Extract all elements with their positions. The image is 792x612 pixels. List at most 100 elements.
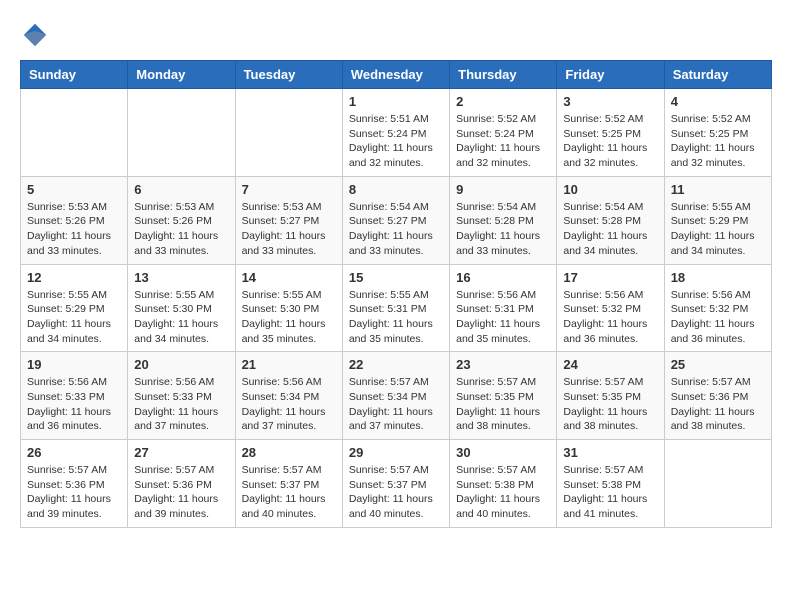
calendar-cell: 7 Sunrise: 5:53 AMSunset: 5:27 PMDaylight… bbox=[235, 176, 342, 264]
day-info: Sunrise: 5:54 AMSunset: 5:28 PMDaylight:… bbox=[563, 200, 657, 259]
day-number: 2 bbox=[456, 94, 550, 109]
day-info: Sunrise: 5:56 AMSunset: 5:32 PMDaylight:… bbox=[563, 288, 657, 347]
calendar-cell: 31 Sunrise: 5:57 AMSunset: 5:38 PMDayligh… bbox=[557, 440, 664, 528]
day-info: Sunrise: 5:55 AMSunset: 5:30 PMDaylight:… bbox=[242, 288, 336, 347]
calendar-cell bbox=[21, 89, 128, 177]
column-header-sunday: Sunday bbox=[21, 61, 128, 89]
day-number: 12 bbox=[27, 270, 121, 285]
column-header-thursday: Thursday bbox=[450, 61, 557, 89]
calendar-cell: 9 Sunrise: 5:54 AMSunset: 5:28 PMDaylight… bbox=[450, 176, 557, 264]
day-number: 19 bbox=[27, 357, 121, 372]
calendar-cell: 28Sunrise: 5:57 AMSunset: 5:37 PMDayligh… bbox=[235, 440, 342, 528]
day-number: 4 bbox=[671, 94, 765, 109]
day-number: 6 bbox=[134, 182, 228, 197]
day-info: Sunrise: 5:57 AMSunset: 5:34 PMDaylight:… bbox=[349, 375, 443, 434]
day-info: Sunrise: 5:57 AMSunset: 5:38 PMDaylight:… bbox=[563, 463, 657, 522]
calendar-cell: 18 Sunrise: 5:56 AMSunset: 5:32 PMDayligh… bbox=[664, 264, 771, 352]
day-number: 29 bbox=[349, 445, 443, 460]
calendar-cell: 20 Sunrise: 5:56 AMSunset: 5:33 PMDayligh… bbox=[128, 352, 235, 440]
calendar-cell: 27 Sunrise: 5:57 AMSunset: 5:36 PMDayligh… bbox=[128, 440, 235, 528]
day-info: Sunrise: 5:57 AMSunset: 5:36 PMDaylight:… bbox=[134, 463, 228, 522]
column-header-friday: Friday bbox=[557, 61, 664, 89]
calendar-week-row: 26 Sunrise: 5:57 AMSunset: 5:36 PMDayligh… bbox=[21, 440, 772, 528]
calendar-header-row: SundayMondayTuesdayWednesdayThursdayFrid… bbox=[21, 61, 772, 89]
calendar-cell: 22 Sunrise: 5:57 AMSunset: 5:34 PMDayligh… bbox=[342, 352, 449, 440]
day-number: 21 bbox=[242, 357, 336, 372]
page-header bbox=[20, 20, 772, 50]
day-number: 31 bbox=[563, 445, 657, 460]
calendar-cell: 24 Sunrise: 5:57 AMSunset: 5:35 PMDayligh… bbox=[557, 352, 664, 440]
calendar-cell: 23 Sunrise: 5:57 AMSunset: 5:35 PMDayligh… bbox=[450, 352, 557, 440]
day-info: Sunrise: 5:56 AMSunset: 5:34 PMDaylight:… bbox=[242, 375, 336, 434]
day-info: Sunrise: 5:53 AMSunset: 5:26 PMDaylight:… bbox=[134, 200, 228, 259]
calendar-cell: 10 Sunrise: 5:54 AMSunset: 5:28 PMDayligh… bbox=[557, 176, 664, 264]
day-number: 22 bbox=[349, 357, 443, 372]
day-number: 11 bbox=[671, 182, 765, 197]
day-info: Sunrise: 5:56 AMSunset: 5:31 PMDaylight:… bbox=[456, 288, 550, 347]
day-number: 10 bbox=[563, 182, 657, 197]
column-header-monday: Monday bbox=[128, 61, 235, 89]
day-info: Sunrise: 5:54 AMSunset: 5:28 PMDaylight:… bbox=[456, 200, 550, 259]
day-info: Sunrise: 5:57 AMSunset: 5:35 PMDaylight:… bbox=[456, 375, 550, 434]
day-number: 9 bbox=[456, 182, 550, 197]
column-header-saturday: Saturday bbox=[664, 61, 771, 89]
calendar-cell: 13 Sunrise: 5:55 AMSunset: 5:30 PMDayligh… bbox=[128, 264, 235, 352]
calendar-cell: 30Sunrise: 5:57 AMSunset: 5:38 PMDayligh… bbox=[450, 440, 557, 528]
day-number: 24 bbox=[563, 357, 657, 372]
day-info: Sunrise: 5:56 AMSunset: 5:33 PMDaylight:… bbox=[134, 375, 228, 434]
day-number: 7 bbox=[242, 182, 336, 197]
calendar-cell: 29Sunrise: 5:57 AMSunset: 5:37 PMDayligh… bbox=[342, 440, 449, 528]
column-header-tuesday: Tuesday bbox=[235, 61, 342, 89]
day-number: 25 bbox=[671, 357, 765, 372]
calendar-week-row: 5Sunrise: 5:53 AMSunset: 5:26 PMDaylight… bbox=[21, 176, 772, 264]
day-info: Sunrise: 5:57 AMSunset: 5:38 PMDaylight:… bbox=[456, 463, 550, 522]
calendar-cell: 25 Sunrise: 5:57 AMSunset: 5:36 PMDayligh… bbox=[664, 352, 771, 440]
calendar-cell: 8 Sunrise: 5:54 AMSunset: 5:27 PMDaylight… bbox=[342, 176, 449, 264]
calendar-week-row: 1 Sunrise: 5:51 AMSunset: 5:24 PMDaylight… bbox=[21, 89, 772, 177]
day-info: Sunrise: 5:55 AMSunset: 5:29 PMDaylight:… bbox=[671, 200, 765, 259]
day-number: 28 bbox=[242, 445, 336, 460]
day-info: Sunrise: 5:53 AMSunset: 5:27 PMDaylight:… bbox=[242, 200, 336, 259]
day-info: Sunrise: 5:57 AMSunset: 5:36 PMDaylight:… bbox=[27, 463, 121, 522]
calendar-cell: 26 Sunrise: 5:57 AMSunset: 5:36 PMDayligh… bbox=[21, 440, 128, 528]
calendar-cell bbox=[235, 89, 342, 177]
calendar-cell: 1 Sunrise: 5:51 AMSunset: 5:24 PMDaylight… bbox=[342, 89, 449, 177]
calendar-cell bbox=[128, 89, 235, 177]
day-number: 8 bbox=[349, 182, 443, 197]
day-number: 3 bbox=[563, 94, 657, 109]
logo bbox=[20, 20, 54, 50]
day-number: 15 bbox=[349, 270, 443, 285]
column-header-wednesday: Wednesday bbox=[342, 61, 449, 89]
day-number: 23 bbox=[456, 357, 550, 372]
calendar-cell: 16Sunrise: 5:56 AMSunset: 5:31 PMDayligh… bbox=[450, 264, 557, 352]
logo-icon bbox=[20, 20, 50, 50]
day-info: Sunrise: 5:52 AMSunset: 5:25 PMDaylight:… bbox=[563, 112, 657, 171]
calendar-cell: 3 Sunrise: 5:52 AMSunset: 5:25 PMDaylight… bbox=[557, 89, 664, 177]
calendar-cell: 11 Sunrise: 5:55 AMSunset: 5:29 PMDayligh… bbox=[664, 176, 771, 264]
day-number: 18 bbox=[671, 270, 765, 285]
day-info: Sunrise: 5:56 AMSunset: 5:33 PMDaylight:… bbox=[27, 375, 121, 434]
calendar-cell: 5Sunrise: 5:53 AMSunset: 5:26 PMDaylight… bbox=[21, 176, 128, 264]
day-info: Sunrise: 5:56 AMSunset: 5:32 PMDaylight:… bbox=[671, 288, 765, 347]
day-info: Sunrise: 5:55 AMSunset: 5:30 PMDaylight:… bbox=[134, 288, 228, 347]
calendar-week-row: 19 Sunrise: 5:56 AMSunset: 5:33 PMDayligh… bbox=[21, 352, 772, 440]
day-info: Sunrise: 5:52 AMSunset: 5:24 PMDaylight:… bbox=[456, 112, 550, 171]
calendar-cell: 14 Sunrise: 5:55 AMSunset: 5:30 PMDayligh… bbox=[235, 264, 342, 352]
day-number: 26 bbox=[27, 445, 121, 460]
calendar-week-row: 12 Sunrise: 5:55 AMSunset: 5:29 PMDayligh… bbox=[21, 264, 772, 352]
day-info: Sunrise: 5:57 AMSunset: 5:36 PMDaylight:… bbox=[671, 375, 765, 434]
day-number: 20 bbox=[134, 357, 228, 372]
day-info: Sunrise: 5:55 AMSunset: 5:29 PMDaylight:… bbox=[27, 288, 121, 347]
calendar-cell: 6 Sunrise: 5:53 AMSunset: 5:26 PMDaylight… bbox=[128, 176, 235, 264]
day-info: Sunrise: 5:51 AMSunset: 5:24 PMDaylight:… bbox=[349, 112, 443, 171]
day-number: 27 bbox=[134, 445, 228, 460]
calendar-cell: 2 Sunrise: 5:52 AMSunset: 5:24 PMDaylight… bbox=[450, 89, 557, 177]
day-info: Sunrise: 5:54 AMSunset: 5:27 PMDaylight:… bbox=[349, 200, 443, 259]
day-info: Sunrise: 5:57 AMSunset: 5:35 PMDaylight:… bbox=[563, 375, 657, 434]
calendar-cell: 4Sunrise: 5:52 AMSunset: 5:25 PMDaylight… bbox=[664, 89, 771, 177]
day-number: 14 bbox=[242, 270, 336, 285]
day-number: 13 bbox=[134, 270, 228, 285]
day-number: 1 bbox=[349, 94, 443, 109]
calendar-cell bbox=[664, 440, 771, 528]
calendar-cell: 15Sunrise: 5:55 AMSunset: 5:31 PMDayligh… bbox=[342, 264, 449, 352]
